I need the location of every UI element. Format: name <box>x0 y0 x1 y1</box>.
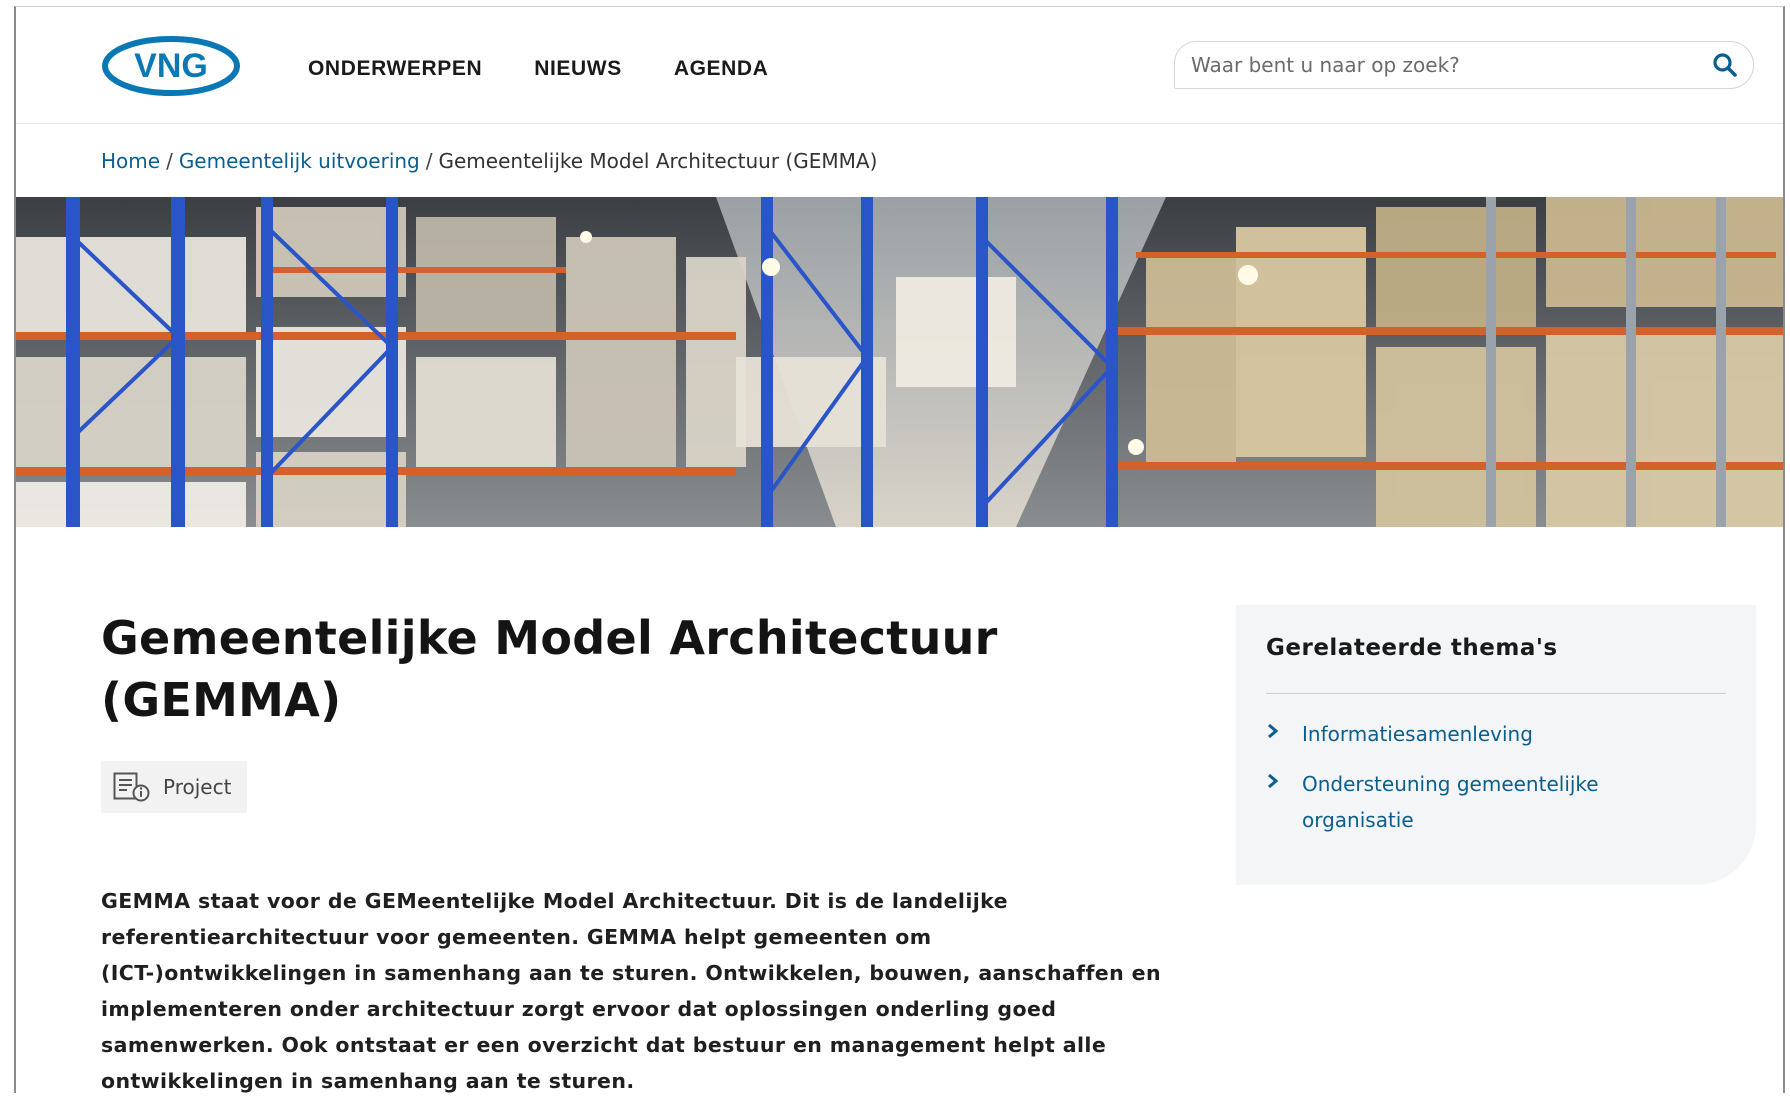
page-frame: VNG ONDERWERPEN NIEUWS AGENDA Home/Gemee… <box>14 6 1785 1093</box>
related-theme-label[interactable]: Ondersteuning gemeentelijke organisatie <box>1302 766 1642 838</box>
content-type-badge: Project <box>101 761 248 813</box>
chevron-right-icon <box>1266 766 1282 838</box>
related-theme-ondersteuning[interactable]: Ondersteuning gemeentelijke organisatie <box>1266 766 1726 838</box>
nav-item-agenda[interactable]: AGENDA <box>674 57 769 81</box>
breadcrumb-home[interactable]: Home <box>101 149 160 173</box>
page-title: Gemeentelijke Model Architectuur (GEMMA) <box>101 611 998 727</box>
breadcrumb-separator: / <box>166 149 173 173</box>
badge-label: Project <box>163 775 232 799</box>
search-box <box>1174 41 1754 89</box>
nav-item-nieuws[interactable]: NIEUWS <box>534 57 622 81</box>
search-icon <box>1713 53 1737 77</box>
related-theme-label[interactable]: Informatiesamenleving <box>1302 716 1533 752</box>
vng-logo[interactable]: VNG <box>101 35 241 97</box>
related-themes-list: Informatiesamenleving Ondersteuning geme… <box>1266 716 1726 838</box>
breadcrumb: Home / Gemeentelijk uitvoering / Gemeentelij… <box>101 149 877 173</box>
related-themes-panel: Gerelateerde thema's Informatiesamenlevi… <box>1236 605 1756 885</box>
main-nav: ONDERWERPEN NIEUWS AGENDA <box>308 57 768 81</box>
vng-logo-icon: VNG <box>102 36 240 96</box>
site-header: VNG ONDERWERPEN NIEUWS AGENDA <box>16 7 1783 124</box>
search-input[interactable] <box>1175 52 1697 78</box>
breadcrumb-separator: / <box>425 149 433 173</box>
related-themes-title: Gerelateerde thema's <box>1266 635 1726 694</box>
chevron-right-icon <box>1266 716 1282 752</box>
warehouse-image <box>16 197 1783 527</box>
svg-text:VNG: VNG <box>134 47 208 85</box>
breadcrumb-gemeentelijk-uitvoering[interactable]: Gemeentelijk uitvoering <box>179 149 420 173</box>
related-theme-informatiesamenleving[interactable]: Informatiesamenleving <box>1266 716 1726 752</box>
search-button[interactable] <box>1697 42 1753 88</box>
project-info-icon <box>113 772 150 802</box>
breadcrumb-current: Gemeentelijke Model Architectuur (GEMMA) <box>438 149 878 173</box>
hero-image <box>16 197 1783 527</box>
nav-item-onderwerpen[interactable]: ONDERWERPEN <box>308 57 482 81</box>
intro-text: GEMMA staat voor de GEMeentelijke Model … <box>101 889 1161 1093</box>
